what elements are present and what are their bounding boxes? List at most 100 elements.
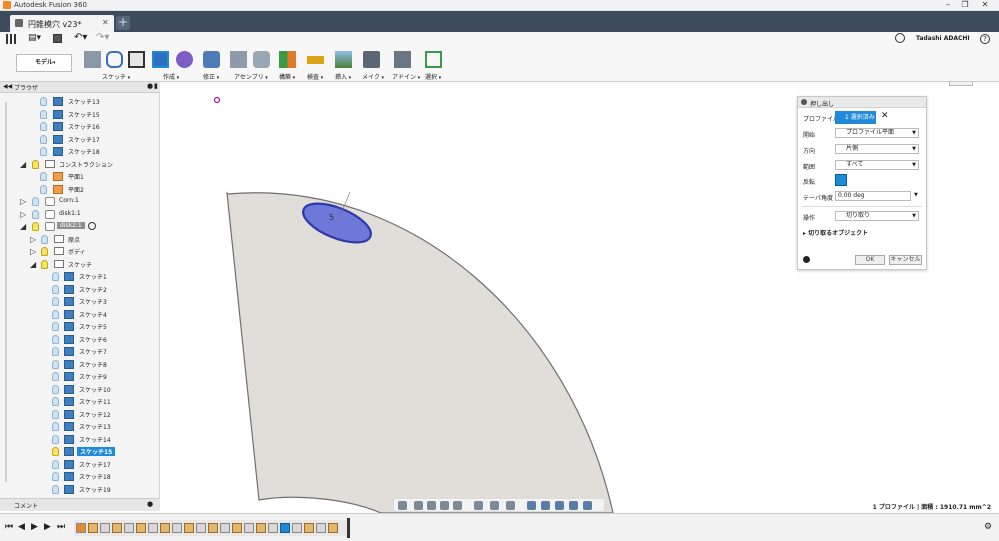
go-to-start-icon[interactable]: ⏮ <box>5 522 13 532</box>
expand-arrow-icon: ◢ <box>20 160 27 169</box>
toolbar-modify-label[interactable]: 修正 ▾ <box>203 72 219 81</box>
timeline-marker[interactable] <box>347 518 350 538</box>
help-icon[interactable]: ? <box>980 34 990 44</box>
timeline-sketch-icon[interactable] <box>232 523 242 533</box>
operation-dropdown[interactable]: 切り取り ▼ <box>835 211 919 221</box>
timeline-settings-icon[interactable]: ⚙ <box>984 522 992 532</box>
new-tab-button[interactable]: + <box>116 16 130 30</box>
timeline-active-sketch-icon[interactable] <box>280 523 290 533</box>
joint-icon[interactable] <box>230 51 247 68</box>
info-icon[interactable] <box>803 256 810 263</box>
close-icon[interactable]: ✕ <box>975 0 995 9</box>
user-name[interactable]: Tadashi ADACHI <box>916 35 970 42</box>
timeline-sketch-icon[interactable] <box>160 523 170 533</box>
sphere-icon[interactable] <box>176 51 193 68</box>
insert-image-icon[interactable] <box>335 51 352 68</box>
comments-bar[interactable]: コメント ● <box>0 498 160 511</box>
timeline-feature-icon[interactable] <box>292 523 302 533</box>
comments-pin-icon[interactable]: ● <box>147 500 153 508</box>
start-dropdown[interactable]: プロファイル平面 ▼ <box>835 128 919 138</box>
toolbar-select-label[interactable]: 選択 ▾ <box>425 72 441 81</box>
toolbar-create-label[interactable]: 作成 ▾ <box>163 72 179 81</box>
taper-angle-input[interactable]: 0.00 deg <box>835 191 911 201</box>
timeline-feature-icon[interactable] <box>148 523 158 533</box>
browser-pin-icon[interactable]: ● <box>147 82 153 90</box>
extent-dropdown[interactable]: すべて ▼ <box>835 160 919 170</box>
timeline-component-icon[interactable] <box>76 523 86 533</box>
timeline-sketch-icon[interactable] <box>112 523 122 533</box>
step-forward-icon[interactable]: ▶ <box>44 522 51 532</box>
timeline-feature-icon[interactable] <box>268 523 278 533</box>
save-icon[interactable] <box>53 34 62 43</box>
profile-selection-button[interactable]: 1 選択済み <box>835 111 876 124</box>
timeline-sketch-icon[interactable] <box>328 523 338 533</box>
timeline-feature-icon[interactable] <box>124 523 134 533</box>
direction-dropdown[interactable]: 片側 ▼ <box>835 144 919 154</box>
timeline-feature-icon[interactable] <box>172 523 182 533</box>
timeline-sketch-icon[interactable] <box>256 523 266 533</box>
timeline-sketch-icon[interactable] <box>184 523 194 533</box>
toolbar-assemble-label[interactable]: アセンブリ ▾ <box>234 72 268 81</box>
redo-icon[interactable]: ↷▾ <box>96 32 109 43</box>
toolbar-sketch-label[interactable]: スケッチ ▾ <box>102 72 130 81</box>
flip-button[interactable] <box>835 174 847 186</box>
spline-icon[interactable] <box>106 51 123 68</box>
app-grid-icon[interactable] <box>6 34 16 44</box>
timeline-sketch-icon[interactable] <box>88 523 98 533</box>
visibility-bulb-icon <box>40 147 47 156</box>
disk-sector-body[interactable] <box>226 191 614 513</box>
collapse-dialog-icon[interactable] <box>801 99 807 105</box>
toolbar-construct-label[interactable]: 構築 ▾ <box>279 72 295 81</box>
workspace-switcher[interactable]: モデル▾ <box>16 54 72 72</box>
measure-icon[interactable] <box>307 56 324 64</box>
visibility-bulb-icon <box>40 185 47 194</box>
file-menu-icon[interactable]: ▤▾ <box>28 33 41 43</box>
visibility-bulb-icon <box>52 447 59 456</box>
go-to-end-icon[interactable]: ⏭ <box>57 522 65 532</box>
browser-scrollbar[interactable] <box>5 102 7 482</box>
3d-print-icon[interactable] <box>363 51 380 68</box>
press-pull-icon[interactable] <box>203 51 220 68</box>
toolbar-addins-label[interactable]: アドイン ▾ <box>392 72 420 81</box>
scripts-icon[interactable] <box>394 51 411 68</box>
taper-angle-caret-icon[interactable]: ▼ <box>914 192 918 198</box>
toolbar-inspect-label[interactable]: 検査 ▾ <box>307 72 323 81</box>
select-icon[interactable] <box>425 51 442 68</box>
stop-sketch-icon[interactable] <box>128 51 145 68</box>
cancel-button[interactable]: キャンセル <box>889 255 922 265</box>
undo-icon[interactable]: ↶▾ <box>74 32 87 43</box>
play-icon[interactable]: ▶ <box>31 522 38 532</box>
clock-icon[interactable] <box>895 33 905 43</box>
browser-expand-icon[interactable]: ▮ <box>154 82 158 90</box>
timeline-sketch-icon[interactable] <box>208 523 218 533</box>
timeline-feature-icon[interactable] <box>244 523 254 533</box>
operation-label: 操作 <box>803 215 816 222</box>
toolbar-make-label[interactable]: メイク ▾ <box>362 72 384 81</box>
folder-icon <box>54 260 64 268</box>
timeline-track <box>74 520 350 536</box>
step-back-icon[interactable]: ◀ <box>18 522 25 532</box>
maximize-icon[interactable]: ❐ <box>955 0 975 9</box>
as-built-joint-icon[interactable] <box>253 51 270 68</box>
offset-plane-icon[interactable] <box>279 51 296 68</box>
close-tab-icon[interactable]: ✕ <box>102 18 109 27</box>
objects-to-cut-section[interactable]: ▸ 切り取るオブジェクト <box>803 228 868 237</box>
timeline-feature-icon[interactable] <box>220 523 230 533</box>
timeline-feature-icon[interactable] <box>100 523 110 533</box>
clear-selection-icon[interactable]: ✕ <box>881 111 889 121</box>
viewcube[interactable]: 前 <box>949 82 973 86</box>
create-sketch-icon[interactable] <box>84 51 101 68</box>
toolbar-insert-label[interactable]: 挿入 ▾ <box>335 72 351 81</box>
origin-point-icon <box>213 96 221 104</box>
visibility-bulb-icon <box>52 372 59 381</box>
timeline-feature-icon[interactable] <box>316 523 326 533</box>
document-tab[interactable]: 円錐模穴 v23* ✕ <box>10 15 114 32</box>
timeline-sketch-icon[interactable] <box>304 523 314 533</box>
collapse-browser-icon[interactable]: ◀◀ <box>3 83 12 90</box>
dimension-text[interactable]: 5 <box>329 213 334 222</box>
timeline-feature-icon[interactable] <box>196 523 206 533</box>
ok-button[interactable]: OK <box>855 255 885 265</box>
timeline-sketch-icon[interactable] <box>136 523 146 533</box>
extrude-icon[interactable] <box>152 51 169 68</box>
sketch-icon <box>64 460 74 469</box>
